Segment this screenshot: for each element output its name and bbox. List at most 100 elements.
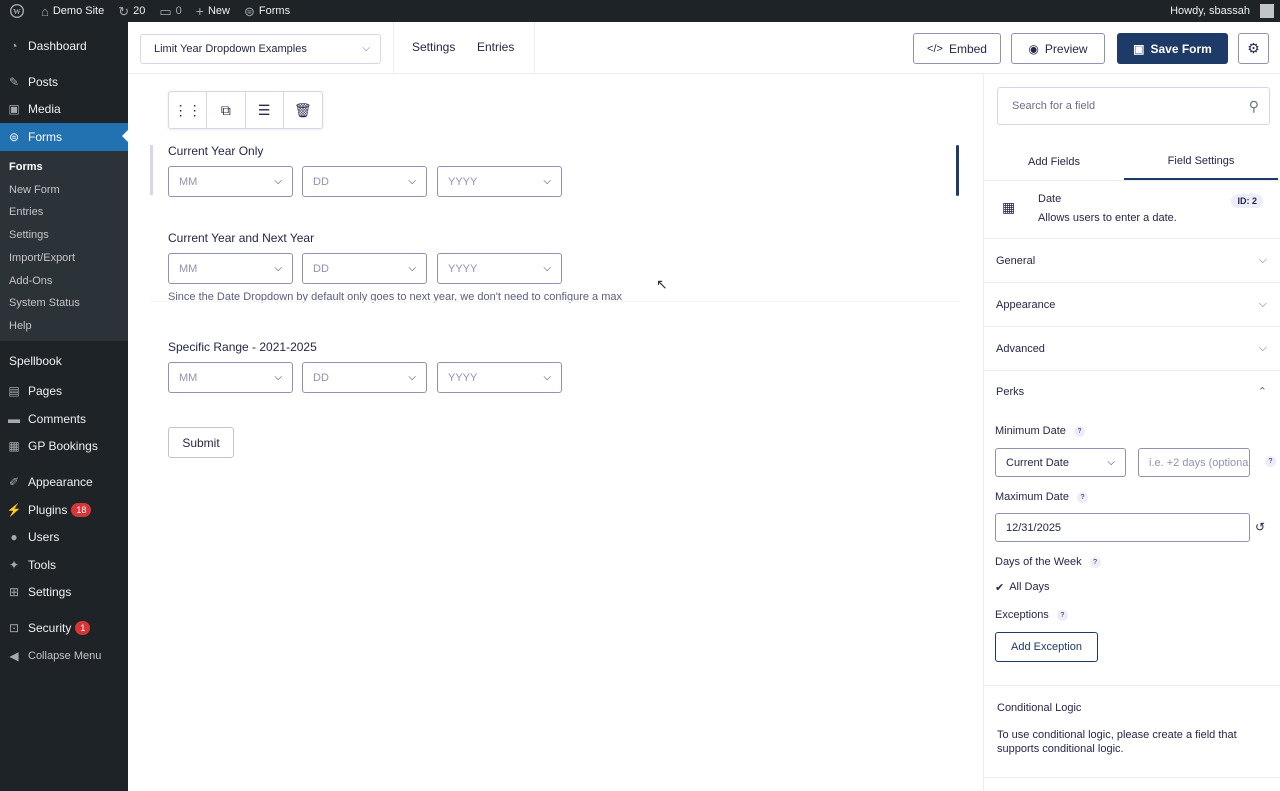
menu-spellbook[interactable]: Spellbook bbox=[0, 347, 128, 374]
form-switcher-select[interactable]: Limit Year Dropdown Examples ⌵ bbox=[140, 34, 381, 64]
menu-settings[interactable]: ⊞ Settings bbox=[0, 578, 128, 605]
menu-media[interactable]: ▣ Media bbox=[0, 95, 128, 122]
forms-label: Forms bbox=[258, 5, 291, 17]
year-dropdown[interactable]: YYYY ⌵ bbox=[437, 166, 562, 197]
updates-icon: ↻ bbox=[118, 3, 130, 19]
section-appearance[interactable]: Appearance ⌵ bbox=[984, 283, 1280, 327]
settings-gear-button[interactable]: ⚙ bbox=[1238, 33, 1269, 64]
forms-adminbar-link[interactable]: ⊜ Forms bbox=[237, 0, 297, 22]
new-content-link[interactable]: + New bbox=[189, 0, 237, 22]
eye-icon: ◉ bbox=[1028, 41, 1039, 56]
divider bbox=[534, 22, 535, 74]
menu-gp-bookings[interactable]: ▦ GP Bookings bbox=[0, 432, 128, 459]
plug-icon: ⚡ bbox=[6, 502, 22, 517]
wrench-icon: ✦ bbox=[8, 557, 20, 572]
brush-icon: ✐ bbox=[8, 474, 20, 489]
save-form-button[interactable]: ▣ Save Form bbox=[1117, 33, 1228, 64]
updates-link[interactable]: ↻ 20 bbox=[111, 0, 152, 22]
tab-add-fields[interactable]: Add Fields bbox=[984, 144, 1124, 180]
month-dropdown[interactable]: MM ⌵ bbox=[168, 253, 293, 284]
menu-tools[interactable]: ✦ Tools bbox=[0, 551, 128, 578]
maximum-date-label: Maximum Date? bbox=[995, 491, 1088, 503]
menu-dashboard[interactable]: ◔ Dashboard bbox=[0, 32, 128, 59]
canvas-scrollbar[interactable] bbox=[956, 145, 959, 196]
preview-button[interactable]: ◉ Preview bbox=[1011, 33, 1105, 64]
tab-field-settings[interactable]: Field Settings bbox=[1124, 144, 1278, 180]
duplicate-icon[interactable]: ⧉ bbox=[207, 92, 246, 128]
menu-posts[interactable]: ✎ Posts bbox=[0, 68, 128, 95]
submenu-new-form[interactable]: New Form bbox=[9, 184, 60, 196]
dropdown-placeholder: YYYY bbox=[448, 371, 478, 384]
menu-label: Forms bbox=[28, 130, 62, 144]
save-label: Save Form bbox=[1150, 41, 1212, 56]
help-icon[interactable]: ? bbox=[1265, 456, 1276, 467]
dropdown-placeholder: MM bbox=[179, 175, 198, 188]
menu-users[interactable]: ● Users bbox=[0, 523, 128, 550]
chevron-down-icon: ⌵ bbox=[543, 176, 551, 187]
minimum-date-offset-input[interactable]: i.e. +2 days (optional) bbox=[1138, 448, 1250, 477]
days-of-week-value[interactable]: ✔ All Days bbox=[995, 581, 1050, 594]
day-dropdown[interactable]: DD ⌵ bbox=[302, 362, 427, 393]
embed-button[interactable]: </> Embed bbox=[913, 33, 1001, 64]
month-dropdown[interactable]: MM ⌵ bbox=[168, 362, 293, 393]
submit-button[interactable]: Submit bbox=[168, 427, 234, 458]
drag-handle-icon[interactable]: ⋮⋮ bbox=[169, 92, 208, 128]
my-account[interactable]: Howdy, sbassah bbox=[1163, 0, 1280, 22]
submenu-entries[interactable]: Entries bbox=[9, 206, 43, 218]
minimum-date-select[interactable]: Current Date ⌵ bbox=[995, 448, 1126, 477]
help-icon[interactable]: ? bbox=[1076, 491, 1088, 503]
section-advanced[interactable]: Advanced ⌵ bbox=[984, 327, 1280, 371]
site-name-link[interactable]: ⌂ Demo Site bbox=[34, 0, 111, 22]
trash-icon[interactable]: 🗑 bbox=[284, 92, 322, 128]
field-label: Current Year and Next Year bbox=[168, 231, 315, 245]
menu-plugins[interactable]: ⚡ Plugins 18 bbox=[0, 496, 128, 523]
collapse-icon: ◀ bbox=[9, 648, 19, 663]
search-icon: ⚲ bbox=[1248, 98, 1259, 114]
label-text: Exceptions bbox=[995, 609, 1049, 621]
entries-link[interactable]: Entries bbox=[477, 40, 514, 54]
chevron-down-icon: ⌵ bbox=[1107, 457, 1115, 468]
field-search-input[interactable]: Search for a field ⚲ bbox=[997, 87, 1270, 125]
reset-icon[interactable]: ↺ bbox=[1255, 520, 1265, 534]
menu-forms[interactable]: ⊜ Forms bbox=[0, 123, 128, 151]
submenu-settings[interactable]: Settings bbox=[9, 229, 49, 241]
menu-security[interactable]: ⊡ Security 1 bbox=[0, 614, 128, 641]
sliders-icon[interactable]: ☰ bbox=[246, 92, 284, 128]
submenu-forms[interactable]: Forms bbox=[9, 161, 43, 173]
user-icon: ● bbox=[10, 529, 18, 544]
menu-appearance[interactable]: ✐ Appearance bbox=[0, 468, 128, 495]
menu-comments[interactable]: ▬ Comments bbox=[0, 405, 128, 432]
year-dropdown[interactable]: YYYY ⌵ bbox=[437, 362, 562, 393]
submenu-add-ons[interactable]: Add-Ons bbox=[9, 275, 52, 287]
section-perks[interactable]: Perks ⌃ bbox=[984, 370, 1280, 414]
add-exception-button[interactable]: Add Exception bbox=[995, 632, 1098, 662]
submenu-help[interactable]: Help bbox=[9, 320, 32, 332]
admin-sidebar: ◔ Dashboard ✎ Posts ▣ Media ⊜ Forms Form… bbox=[0, 22, 128, 791]
menu-label: Plugins bbox=[28, 502, 68, 517]
month-dropdown[interactable]: MM ⌵ bbox=[168, 166, 293, 197]
menu-pages[interactable]: ▤ Pages bbox=[0, 377, 128, 404]
day-dropdown[interactable]: DD ⌵ bbox=[302, 253, 427, 284]
submenu-system-status[interactable]: System Status bbox=[9, 297, 80, 309]
menu-label: Spellbook bbox=[9, 353, 62, 368]
help-icon[interactable]: ? bbox=[1056, 609, 1068, 621]
chevron-down-icon: ⌵ bbox=[408, 372, 416, 383]
section-title: General bbox=[996, 254, 1036, 267]
wordpress-logo-icon[interactable]: W bbox=[0, 0, 34, 22]
day-dropdown[interactable]: DD ⌵ bbox=[302, 166, 427, 197]
menu-label: Pages bbox=[28, 383, 63, 398]
submenu-import-export[interactable]: Import/Export bbox=[9, 252, 75, 264]
section-general[interactable]: General ⌵ bbox=[984, 239, 1280, 283]
days-value: All Days bbox=[1009, 581, 1050, 593]
help-icon[interactable]: ? bbox=[1073, 425, 1085, 437]
lock-icon: ⊡ bbox=[8, 620, 20, 635]
comments-link[interactable]: ▭ 0 bbox=[152, 0, 188, 22]
chevron-down-icon: ⌵ bbox=[1258, 342, 1267, 354]
collapse-menu-button[interactable]: ◀ Collapse Menu bbox=[0, 642, 128, 669]
chevron-up-icon: ⌃ bbox=[1257, 386, 1267, 398]
maximum-date-input[interactable]: 12/31/2025 bbox=[995, 513, 1250, 542]
section-title: Advanced bbox=[996, 342, 1045, 355]
settings-link[interactable]: Settings bbox=[412, 40, 455, 54]
year-dropdown[interactable]: YYYY ⌵ bbox=[437, 253, 562, 284]
help-icon[interactable]: ? bbox=[1089, 556, 1101, 568]
